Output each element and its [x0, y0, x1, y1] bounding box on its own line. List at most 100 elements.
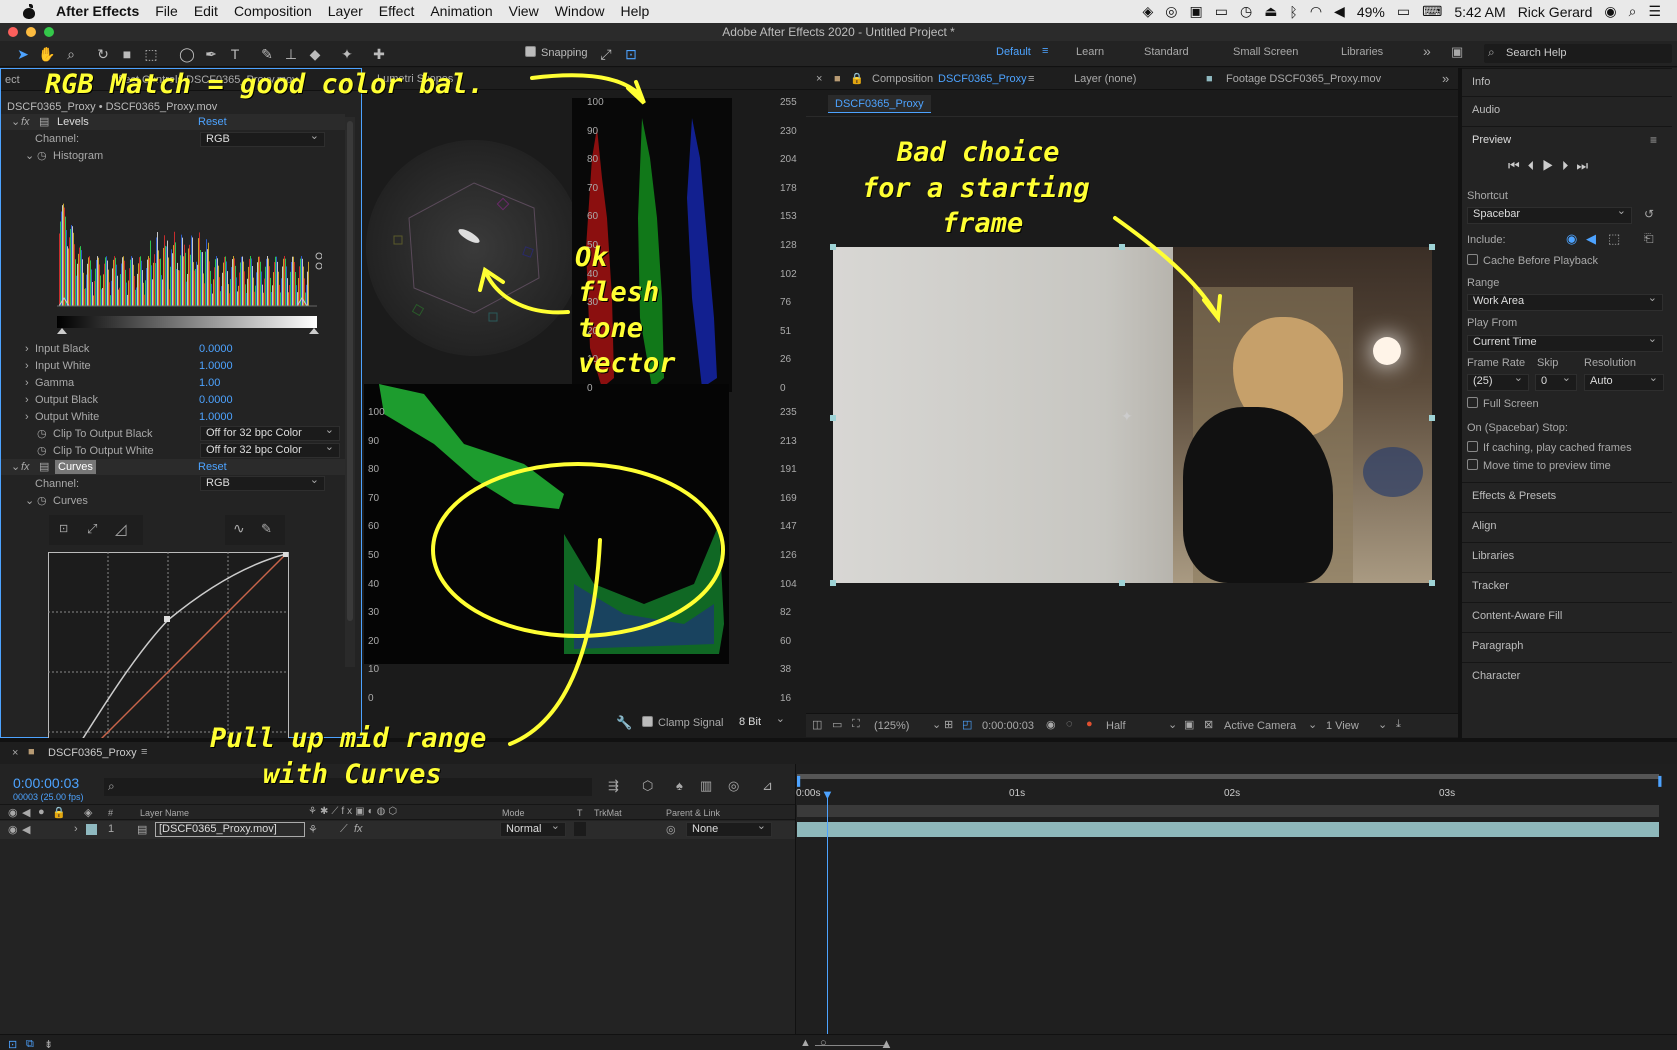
- effect-controls-scrollbar[interactable]: [345, 117, 355, 667]
- reset-exposure-icon[interactable]: ⤓: [1396, 718, 1401, 731]
- layer-row[interactable]: ◉ ◀ › 1 ▤ [DSCF0365_Proxy.mov] ⚘ ⟋ fx No…: [0, 820, 795, 839]
- motion-blur-icon[interactable]: ◎: [728, 778, 739, 794]
- histogram-stopwatch-icon[interactable]: ◷: [37, 148, 47, 164]
- layer-parent-dropdown[interactable]: None: [686, 820, 772, 837]
- audio-column-icon[interactable]: ◀: [22, 806, 30, 819]
- first-frame-icon[interactable]: ⏮: [1508, 158, 1528, 173]
- workspace-small-screen[interactable]: Small Screen: [1233, 46, 1298, 58]
- workspace-standard[interactable]: Standard: [1144, 46, 1189, 58]
- video-visibility-icon[interactable]: ◉: [8, 806, 18, 819]
- info-panel-tab[interactable]: Info: [1462, 68, 1672, 94]
- levels-param-value[interactable]: 1.0000: [199, 358, 233, 374]
- spotlight-icon[interactable]: ⌕: [1623, 3, 1643, 20]
- menu-app-name[interactable]: After Effects: [50, 0, 147, 23]
- curves-medium-size-icon[interactable]: ⤢: [87, 521, 97, 537]
- layer-transform-handle[interactable]: [830, 244, 836, 250]
- zoom-tool-icon[interactable]: ⌕: [62, 45, 80, 63]
- layer-transform-handle[interactable]: [1429, 415, 1435, 421]
- pencil-icon[interactable]: ✎: [261, 521, 272, 537]
- current-time-indicator[interactable]: [827, 793, 828, 1043]
- clip-white-dropdown[interactable]: Off for 32 bpc Color: [200, 441, 340, 458]
- snap-option-icon[interactable]: ⤢: [597, 45, 615, 63]
- levels-effect-row[interactable]: [1, 114, 345, 130]
- audio-panel-tab[interactable]: Audio: [1462, 96, 1672, 122]
- curves-effect-row[interactable]: [1, 459, 345, 475]
- next-frame-icon[interactable]: ⏵: [1562, 158, 1577, 173]
- preview-menu-icon[interactable]: ≡: [1650, 133, 1657, 147]
- previous-frame-icon[interactable]: ⏴: [1528, 158, 1543, 173]
- snapping-checkbox-icon[interactable]: [525, 46, 536, 57]
- preview-panel-tab[interactable]: Preview: [1462, 126, 1672, 152]
- levels-histogram[interactable]: [57, 168, 322, 338]
- if-caching-checkbox-icon[interactable]: [1467, 441, 1478, 452]
- timeline-current-time[interactable]: 0:00:00:03: [13, 775, 79, 791]
- workspace-libraries[interactable]: Libraries: [1341, 46, 1383, 58]
- curves-stopwatch-icon[interactable]: ◷: [37, 493, 47, 509]
- param-twirl-icon[interactable]: ›: [25, 341, 29, 357]
- comp-mini-flowchart-icon[interactable]: ⇶: [608, 778, 619, 794]
- levels-twirl-icon[interactable]: ⌄: [11, 114, 20, 130]
- cache-checkbox-icon[interactable]: [1467, 254, 1478, 265]
- layer-label-swatch[interactable]: [86, 824, 97, 835]
- layer-duration-bar[interactable]: [797, 822, 1659, 837]
- clock[interactable]: 5:42 AM: [1448, 4, 1511, 20]
- layer-transform-handle[interactable]: [830, 580, 836, 586]
- status-icon[interactable]: ▣: [1184, 3, 1209, 20]
- dropbox-icon[interactable]: ◈: [1137, 3, 1160, 20]
- lock-icon[interactable]: 🔒: [850, 68, 864, 89]
- hand-tool-icon[interactable]: ✋: [38, 45, 56, 63]
- curves-reset-button[interactable]: Reset: [198, 459, 227, 475]
- menu-help[interactable]: Help: [613, 0, 658, 23]
- play-icon[interactable]: ▶: [1542, 158, 1562, 173]
- view-layout-dropdown[interactable]: 1 View: [1326, 720, 1359, 732]
- levels-param-value[interactable]: 1.00: [199, 375, 220, 391]
- fx-icon[interactable]: fx: [21, 114, 30, 130]
- last-frame-icon[interactable]: ⏭: [1576, 158, 1596, 173]
- include-overlays-icon[interactable]: ⬚: [1608, 231, 1620, 247]
- play-from-dropdown[interactable]: Current Time: [1467, 333, 1663, 352]
- monitor-icon[interactable]: ▭: [832, 718, 842, 731]
- minimize-window-button[interactable]: [26, 27, 36, 37]
- menu-animation[interactable]: Animation: [422, 0, 500, 23]
- trkmat-column[interactable]: TrkMat: [594, 808, 622, 818]
- type-tool-icon[interactable]: T: [226, 45, 244, 63]
- full-screen-checkbox-icon[interactable]: [1467, 397, 1478, 408]
- transparency-grid-icon[interactable]: ◰: [962, 718, 972, 731]
- lock-column-icon[interactable]: 🔒: [52, 806, 66, 819]
- levels-channel-dropdown[interactable]: RGB: [200, 130, 325, 147]
- puppet-pin-tool-icon[interactable]: ✚: [370, 45, 388, 63]
- magnification-dropdown[interactable]: (125%): [874, 720, 909, 732]
- footage-tab[interactable]: Footage DSCF0365_Proxy.mov: [1226, 68, 1381, 89]
- creative-cloud-icon[interactable]: ◎: [1159, 3, 1183, 20]
- sync-settings-icon[interactable]: ▣: [1451, 44, 1463, 60]
- solo-column-icon[interactable]: ●: [38, 806, 45, 818]
- levels-param-value[interactable]: 0.0000: [199, 392, 233, 408]
- left-panel-tab[interactable]: ect: [5, 69, 20, 90]
- zoom-chevron-icon[interactable]: ⌄: [932, 718, 941, 731]
- scope-settings-icon[interactable]: 🔧: [616, 715, 632, 731]
- layer-shy-icon[interactable]: ⚘: [308, 823, 318, 836]
- region-of-interest-icon[interactable]: ▣: [1184, 718, 1194, 731]
- full-screen-option[interactable]: Full Screen: [1467, 397, 1539, 410]
- clip-white-stopwatch-icon[interactable]: ◷: [37, 443, 47, 459]
- notification-center-icon[interactable]: ☰: [1642, 3, 1667, 20]
- layer-transform-handle[interactable]: [1429, 244, 1435, 250]
- zoom-in-icon[interactable]: ▲: [880, 1036, 893, 1050]
- wifi-icon[interactable]: ◠: [1304, 3, 1328, 20]
- pick-whip-icon[interactable]: ◎: [666, 823, 676, 836]
- label-column-icon[interactable]: ◈: [84, 806, 92, 819]
- clamp-checkbox-icon[interactable]: [642, 716, 653, 727]
- effects-presets-panel-tab[interactable]: Effects & Presets: [1462, 482, 1672, 508]
- content-aware-fill-panel-tab[interactable]: Content-Aware Fill: [1462, 602, 1672, 628]
- curves-channel-dropdown[interactable]: RGB: [200, 474, 325, 491]
- close-comp-icon[interactable]: ×: [816, 68, 822, 89]
- volume-icon[interactable]: ◀: [1328, 3, 1351, 20]
- menu-file[interactable]: File: [147, 0, 186, 23]
- snap-grid-icon[interactable]: ⊡: [622, 45, 640, 63]
- clamp-signal-toggle[interactable]: Clamp Signal: [642, 716, 723, 729]
- layer-name-field[interactable]: [DSCF0365_Proxy.mov]: [155, 822, 305, 837]
- levels-param-value[interactable]: 1.0000: [199, 409, 233, 425]
- resolution-dropdown[interactable]: Half: [1106, 720, 1126, 732]
- align-panel-tab[interactable]: Align: [1462, 512, 1672, 538]
- layer-twirl-icon[interactable]: ›: [74, 823, 78, 835]
